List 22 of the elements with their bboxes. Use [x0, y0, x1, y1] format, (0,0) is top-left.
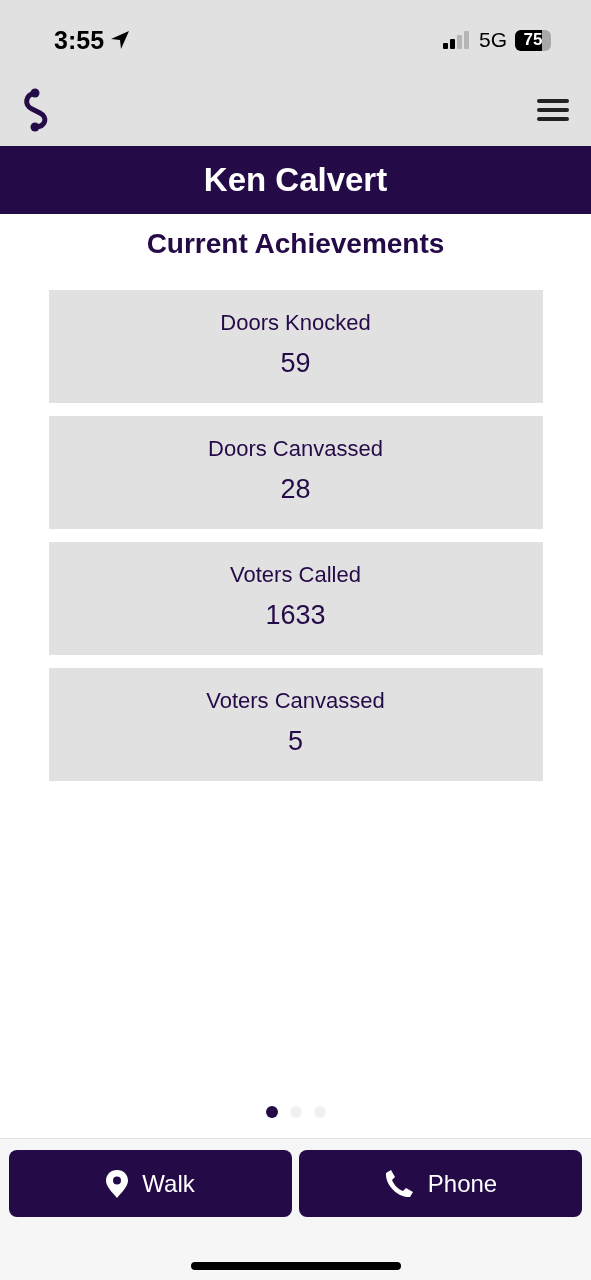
logo-icon [22, 87, 50, 133]
stat-value: 1633 [265, 600, 326, 631]
stat-label: Doors Knocked [220, 310, 371, 336]
stat-value: 5 [288, 726, 303, 757]
stat-value: 59 [280, 348, 311, 379]
battery-percent: 75 [523, 30, 543, 50]
menu-icon[interactable] [536, 98, 570, 122]
phone-button[interactable]: Phone [299, 1150, 582, 1217]
phone-icon [383, 1168, 414, 1199]
stat-label: Doors Canvassed [208, 436, 383, 462]
page-dot[interactable] [265, 1106, 278, 1118]
walk-button[interactable]: Walk [9, 1150, 292, 1217]
stat-value: 28 [280, 474, 311, 505]
location-arrow-icon [110, 30, 131, 50]
section-title: Current Achievements [146, 228, 445, 260]
stat-label: Voters Called [230, 562, 361, 588]
status-time: 3:55 [54, 25, 105, 55]
stat-label: Voters Canvassed [206, 688, 385, 714]
user-name: Ken Calvert [203, 161, 388, 199]
network-label: 5G [479, 28, 507, 52]
map-pin-icon [106, 1169, 129, 1198]
signal-icon [443, 31, 471, 49]
